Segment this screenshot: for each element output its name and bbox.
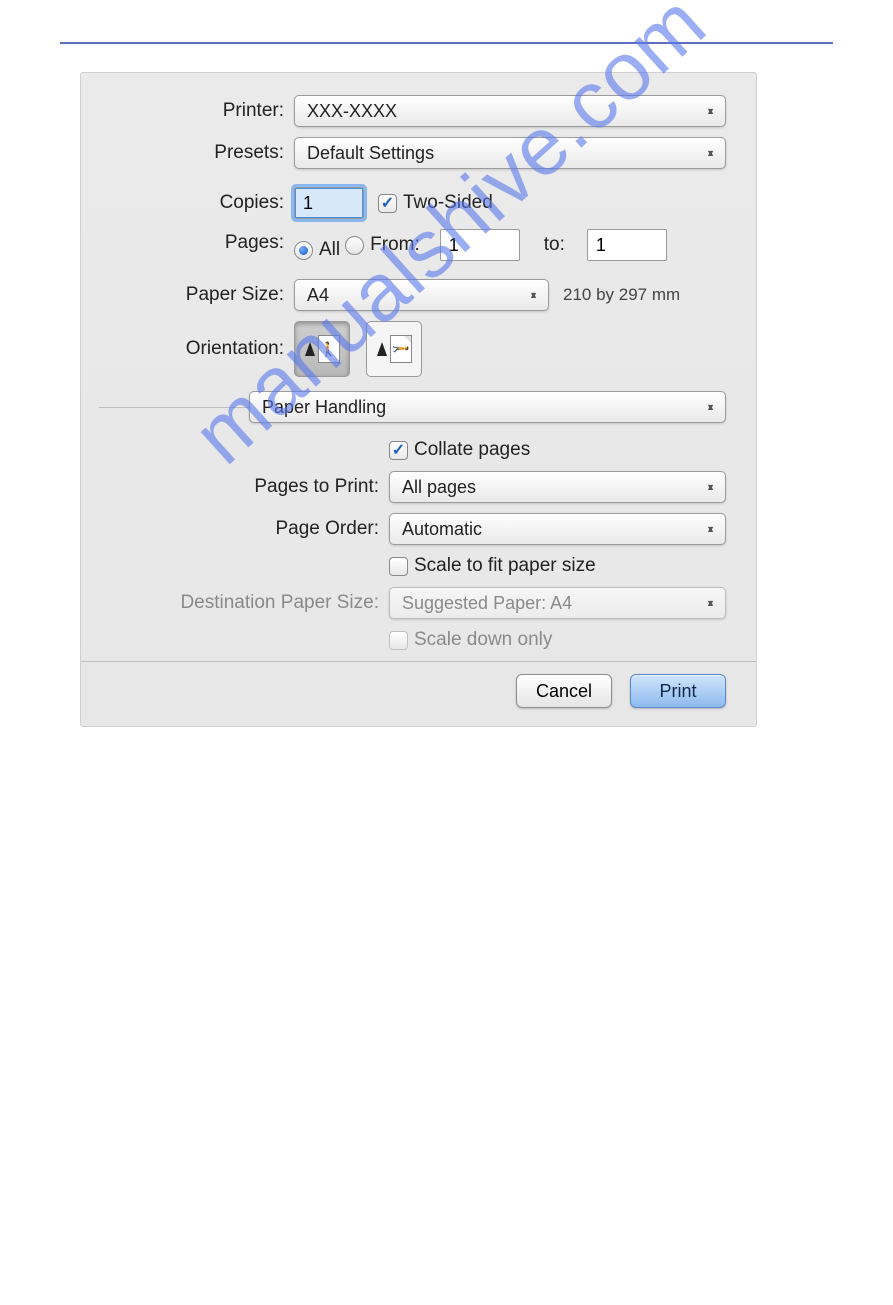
scale-down-label: Scale down only	[414, 629, 552, 651]
pages-to-label: to:	[544, 234, 565, 256]
scale-fit-label: Scale to fit paper size	[414, 555, 596, 577]
pages-to-input[interactable]	[587, 229, 667, 261]
printer-select[interactable]: XXX-XXXX ▲▼	[294, 95, 726, 127]
checkmark-icon: ✓	[378, 194, 397, 213]
orientation-label: Orientation:	[99, 338, 294, 360]
cancel-button[interactable]: Cancel	[516, 674, 612, 708]
header-rule	[60, 42, 833, 44]
orientation-landscape-button[interactable]: 🚶	[366, 321, 422, 377]
paper-size-value: A4	[307, 285, 329, 306]
pages-to-print-label: Pages to Print:	[99, 476, 389, 498]
paper-size-note: 210 by 297 mm	[563, 285, 680, 305]
paper-size-label: Paper Size:	[99, 284, 294, 306]
page-order-select[interactable]: Automatic ▲▼	[389, 513, 726, 545]
separator	[81, 661, 756, 662]
page-order-label: Page Order:	[99, 518, 389, 540]
page-portrait-icon: 🚶	[318, 335, 340, 363]
pages-all-label: All	[319, 239, 340, 261]
printer-value: XXX-XXXX	[307, 101, 397, 122]
copies-label: Copies:	[99, 192, 294, 214]
pages-all-radio[interactable]: All	[294, 239, 340, 261]
page-landscape-icon: 🚶	[390, 335, 412, 363]
pages-label: Pages:	[99, 229, 294, 254]
pages-from-label: From:	[370, 234, 420, 256]
arrow-up-icon	[377, 342, 387, 356]
presets-select[interactable]: Default Settings ▲▼	[294, 137, 726, 169]
pages-to-print-value: All pages	[402, 477, 476, 498]
print-dialog: Printer: XXX-XXXX ▲▼ Presets: Default Se…	[80, 72, 757, 727]
arrow-up-icon	[305, 342, 315, 356]
two-sided-checkbox[interactable]: ✓ Two-Sided	[378, 192, 493, 214]
pages-to-print-select[interactable]: All pages ▲▼	[389, 471, 726, 503]
pages-from-radio[interactable]: From: to:	[345, 229, 667, 261]
print-button[interactable]: Print	[630, 674, 726, 708]
scale-down-checkbox: Scale down only	[389, 629, 552, 651]
paper-size-select[interactable]: A4 ▲▼	[294, 279, 549, 311]
printer-label: Printer:	[99, 100, 294, 122]
copies-input[interactable]	[294, 187, 364, 219]
checkmark-icon: ✓	[389, 441, 408, 460]
collate-label: Collate pages	[414, 439, 530, 461]
dest-paper-size-value: Suggested Paper: A4	[402, 593, 572, 614]
dest-paper-size-select: Suggested Paper: A4 ▲▼	[389, 587, 726, 619]
rule-left	[99, 407, 249, 408]
presets-value: Default Settings	[307, 143, 434, 164]
section-value: Paper Handling	[262, 397, 386, 418]
presets-label: Presets:	[99, 142, 294, 164]
two-sided-label: Two-Sided	[403, 192, 493, 214]
section-select[interactable]: Paper Handling ▲▼	[249, 391, 726, 423]
collate-checkbox[interactable]: ✓ Collate pages	[389, 439, 530, 461]
checkbox-icon	[389, 557, 408, 576]
checkbox-icon	[389, 631, 408, 650]
page-order-value: Automatic	[402, 519, 482, 540]
dest-paper-size-label: Destination Paper Size:	[99, 592, 389, 614]
radio-icon	[345, 236, 364, 255]
scale-fit-checkbox[interactable]: Scale to fit paper size	[389, 555, 596, 577]
radio-icon	[294, 241, 313, 260]
pages-from-input[interactable]	[440, 229, 520, 261]
orientation-portrait-button[interactable]: 🚶	[294, 321, 350, 377]
